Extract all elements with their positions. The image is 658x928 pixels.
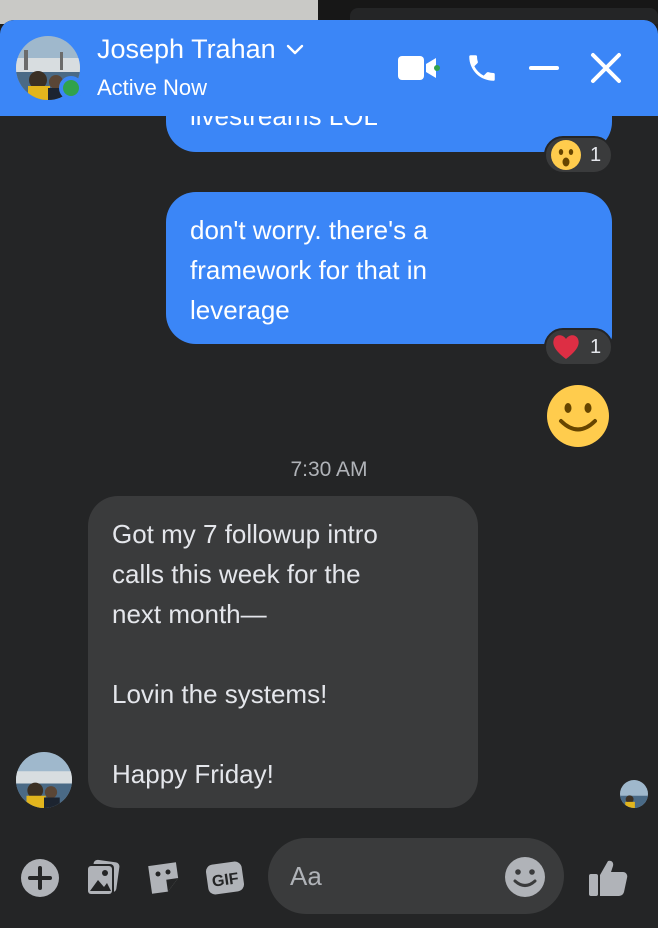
video-camera-icon: [398, 56, 440, 80]
video-call-button[interactable]: [396, 46, 440, 90]
message-line: Got my 7 followup intro: [112, 519, 378, 549]
add-button[interactable]: [18, 856, 62, 900]
reaction-count: 1: [590, 143, 602, 166]
message-line: don't worry. there's a: [190, 215, 428, 245]
voice-call-button[interactable]: [460, 46, 504, 90]
plus-circle-icon: [21, 859, 59, 897]
reaction-count: 1: [590, 335, 602, 358]
surprised-emoji-icon: [551, 140, 581, 170]
thumbs-up-icon: [589, 860, 628, 896]
chevron-down-icon: [286, 44, 303, 54]
contact-name-button[interactable]: Joseph Trahan: [97, 34, 304, 65]
message-timestamp: 7:30 AM: [290, 458, 368, 481]
smiley-emoji-icon[interactable]: [546, 384, 610, 448]
message-line: Lovin the systems!: [112, 679, 328, 709]
contact-name: Joseph Trahan: [97, 34, 276, 64]
chat-header: Joseph Trahan Active Now: [0, 20, 658, 116]
sticker-button[interactable]: [142, 856, 186, 900]
sender-avatar[interactable]: [16, 752, 72, 808]
heart-icon: [553, 335, 579, 359]
incoming-message[interactable]: Got my 7 followup intro calls this week …: [88, 496, 478, 808]
chat-window: Joseph Trahan Active Now livestreams LOL…: [0, 20, 658, 928]
reaction-badge[interactable]: 1: [544, 136, 614, 174]
message-composer: GIF: [0, 838, 658, 928]
reaction-badge[interactable]: 1: [544, 328, 614, 366]
message-line: leverage: [190, 295, 290, 325]
phone-icon: [469, 55, 495, 81]
close-icon: [591, 53, 621, 83]
gif-icon: GIF: [205, 861, 245, 895]
minimize-button[interactable]: [522, 46, 566, 90]
photo-icon: [86, 859, 120, 896]
active-status-dot: [59, 76, 83, 100]
message-line: next month—: [112, 599, 267, 629]
contact-status: Active Now: [97, 75, 208, 100]
message-input-box[interactable]: [268, 838, 564, 914]
minimize-icon: [529, 66, 559, 70]
emoji-icon[interactable]: [504, 856, 546, 898]
gif-button[interactable]: GIF: [204, 856, 248, 900]
message-line: [112, 714, 454, 754]
photo-button[interactable]: [80, 856, 124, 900]
close-button[interactable]: [584, 46, 628, 90]
outgoing-message[interactable]: don't worry. there's a framework for tha…: [166, 192, 612, 344]
message-line: [112, 634, 454, 674]
message-line: calls this week for the: [112, 559, 361, 589]
contact-avatar[interactable]: [16, 36, 83, 100]
sticker-icon: [148, 862, 179, 894]
read-receipt-avatar: [620, 780, 648, 808]
message-line: Happy Friday!: [112, 759, 274, 789]
message-input[interactable]: [290, 856, 500, 896]
message-line: framework for that in: [190, 255, 427, 285]
like-button[interactable]: [586, 856, 630, 900]
message-list[interactable]: livestreams LOL 1 don't worry. there's a…: [0, 76, 658, 838]
